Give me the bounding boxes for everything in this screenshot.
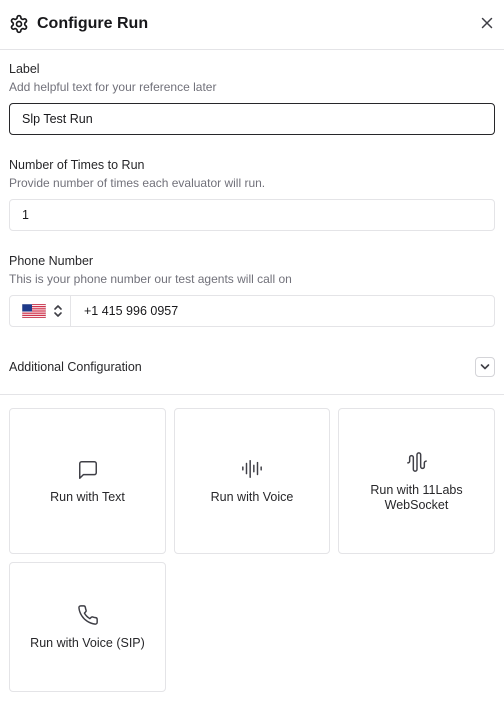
phone-field bbox=[9, 295, 495, 327]
run-option-label: Run with 11Labs WebSocket bbox=[370, 483, 463, 512]
gear-icon bbox=[9, 14, 29, 34]
label-input[interactable] bbox=[9, 103, 495, 135]
run-option-label: Run with Voice (SIP) bbox=[30, 636, 145, 650]
phone-field-label: Phone Number bbox=[9, 254, 94, 268]
runs-field-help: Provide number of times each evaluator w… bbox=[9, 176, 266, 190]
audio-lines-icon bbox=[240, 458, 264, 480]
label-field-label: Label bbox=[9, 62, 40, 76]
run-with-text-button[interactable]: Run with Text bbox=[9, 408, 166, 554]
runs-field-label: Number of Times to Run bbox=[9, 158, 145, 172]
run-option-label: Run with Text bbox=[50, 490, 125, 504]
run-option-label: Run with Voice bbox=[210, 490, 294, 504]
phone-icon bbox=[77, 604, 99, 626]
audio-waveform-icon bbox=[405, 451, 429, 473]
phone-number-input[interactable] bbox=[72, 296, 494, 326]
us-flag-icon bbox=[22, 304, 46, 318]
section-divider bbox=[0, 394, 504, 395]
additional-configuration-toggle[interactable] bbox=[475, 357, 495, 377]
dialog-title: Configure Run bbox=[37, 15, 149, 32]
phone-field-help: This is your phone number our test agent… bbox=[9, 272, 292, 286]
dialog-header: Configure Run bbox=[0, 0, 504, 50]
close-icon[interactable] bbox=[478, 14, 496, 32]
run-with-voice-sip-button[interactable]: Run with Voice (SIP) bbox=[9, 562, 166, 692]
additional-configuration-label: Additional Configuration bbox=[9, 360, 142, 374]
run-with-voice-button[interactable]: Run with Voice bbox=[174, 408, 330, 554]
message-square-icon bbox=[77, 459, 99, 481]
runs-count-input[interactable] bbox=[9, 199, 495, 231]
run-with-11labs-websocket-button[interactable]: Run with 11Labs WebSocket bbox=[338, 408, 495, 554]
label-field-help: Add helpful text for your reference late… bbox=[9, 80, 217, 94]
country-select[interactable] bbox=[10, 296, 71, 326]
chevrons-up-down-icon bbox=[53, 304, 63, 318]
